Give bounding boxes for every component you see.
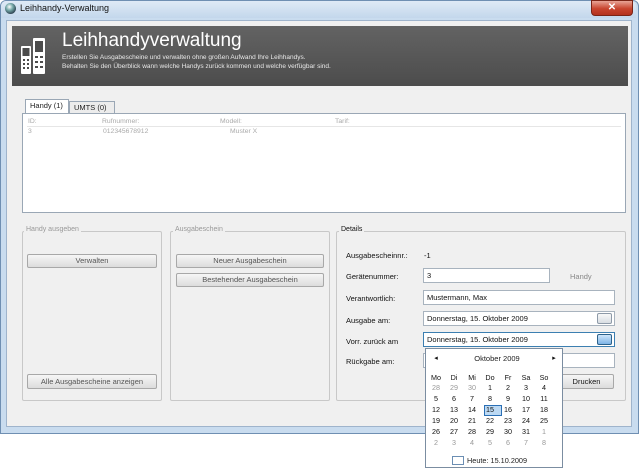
calendar-day[interactable]: 2 bbox=[428, 438, 444, 447]
calendar-day[interactable]: 13 bbox=[446, 405, 462, 414]
calendar-day[interactable]: 19 bbox=[428, 416, 444, 425]
calendar-day[interactable]: 3 bbox=[446, 438, 462, 447]
geraetenummer-field[interactable]: 3 bbox=[423, 268, 550, 283]
calendar-day[interactable]: 12 bbox=[428, 405, 444, 414]
calendar-dropdown-icon[interactable] bbox=[597, 313, 612, 324]
calendar-day[interactable]: 1 bbox=[482, 383, 498, 392]
weekday-label: Mo bbox=[431, 373, 441, 382]
neuer-ausgabeschein-button[interactable]: Neuer Ausgabeschein bbox=[176, 254, 324, 268]
calendar-day[interactable]: 16 bbox=[500, 405, 516, 414]
calendar-month-title[interactable]: Oktober 2009 bbox=[452, 354, 542, 363]
verantwortlich-label: Verantwortlich: bbox=[346, 294, 396, 303]
calendar-day[interactable]: 18 bbox=[536, 405, 552, 414]
calendar-day[interactable]: 3 bbox=[518, 383, 534, 392]
calendar-day[interactable]: 11 bbox=[536, 394, 552, 403]
previous-month-icon[interactable]: ◂ bbox=[428, 353, 444, 362]
calendar-day[interactable]: 30 bbox=[500, 427, 516, 436]
calendar-day[interactable]: 4 bbox=[464, 438, 480, 447]
close-button[interactable]: ✕ bbox=[591, 0, 633, 16]
weekday-label: Do bbox=[485, 373, 495, 382]
calendar-day[interactable]: 6 bbox=[446, 394, 462, 403]
zurueck-label: Vorr. zurück am bbox=[346, 337, 399, 346]
weekday-label: Di bbox=[450, 373, 458, 382]
calendar-day[interactable]: 8 bbox=[536, 438, 552, 447]
calendar-day[interactable]: 15 bbox=[482, 405, 498, 414]
phone-icon bbox=[21, 38, 45, 74]
calendar-day[interactable]: 27 bbox=[446, 427, 462, 436]
calendar-day[interactable]: 10 bbox=[518, 394, 534, 403]
calendar-day[interactable]: 2 bbox=[500, 383, 516, 392]
calendar-day[interactable]: 23 bbox=[500, 416, 516, 425]
calendar-day[interactable]: 21 bbox=[464, 416, 480, 425]
list-divider bbox=[27, 126, 621, 127]
table-cell-modell[interactable]: Muster X bbox=[230, 128, 257, 135]
geraetenummer-label: Gerätenummer: bbox=[346, 272, 399, 281]
tab-handy[interactable]: Handy (1) bbox=[25, 99, 69, 113]
today-box-icon bbox=[452, 456, 464, 465]
verantwortlich-field[interactable]: Mustermann, Max bbox=[423, 290, 615, 305]
calendar-day[interactable]: 1 bbox=[536, 427, 552, 436]
table-cell-rufnummer[interactable]: 012345678912 bbox=[103, 128, 148, 135]
header-description: Behalten Sie den Überblick wann welche H… bbox=[62, 63, 331, 70]
group-label-handy-ausgeben: Handy ausgeben bbox=[24, 226, 81, 233]
calendar-day[interactable]: 29 bbox=[482, 427, 498, 436]
alle-ausgabescheine-button[interactable]: Alle Ausgabescheine anzeigen bbox=[27, 374, 157, 389]
calendar-day[interactable]: 25 bbox=[536, 416, 552, 425]
calendar-day[interactable]: 5 bbox=[428, 394, 444, 403]
calendar-day[interactable]: 7 bbox=[518, 438, 534, 447]
calendar-day[interactable]: 28 bbox=[428, 383, 444, 392]
calendar-day[interactable]: 20 bbox=[446, 416, 462, 425]
today-link[interactable]: Heute: 15.10.2009 bbox=[467, 456, 527, 465]
tab-umts[interactable]: UMTS (0) bbox=[69, 101, 115, 113]
calendar-day[interactable]: 29 bbox=[446, 383, 462, 392]
geraetenummer-unit: Handy bbox=[570, 272, 592, 281]
bestehender-ausgabeschein-button[interactable]: Bestehender Ausgabeschein bbox=[176, 273, 324, 287]
group-label-ausgabeschein: Ausgabeschein bbox=[173, 226, 225, 233]
weekday-label: Fr bbox=[504, 373, 512, 382]
calendar-day[interactable]: 31 bbox=[518, 427, 534, 436]
rueckgabe-label: Rückgabe am: bbox=[346, 357, 395, 366]
weekday-label: So bbox=[539, 373, 549, 382]
weekday-label: Mi bbox=[468, 373, 476, 382]
ausgabescheinnr-value: -1 bbox=[424, 251, 431, 260]
calendar-day[interactable]: 22 bbox=[482, 416, 498, 425]
weekday-label: Sa bbox=[521, 373, 531, 382]
calendar-day[interactable]: 17 bbox=[518, 405, 534, 414]
calendar-day[interactable]: 4 bbox=[536, 383, 552, 392]
calendar-day[interactable]: 24 bbox=[518, 416, 534, 425]
column-header-id[interactable]: ID: bbox=[28, 118, 37, 125]
group-label-details: Details bbox=[339, 226, 365, 233]
page-title: Leihhandyverwaltung bbox=[62, 30, 242, 51]
calendar-day[interactable]: 14 bbox=[464, 405, 480, 414]
next-month-icon[interactable]: ▸ bbox=[546, 353, 562, 362]
calendar-day[interactable]: 6 bbox=[500, 438, 516, 447]
calendar-day[interactable]: 8 bbox=[482, 394, 498, 403]
drucken-button[interactable]: Drucken bbox=[559, 374, 614, 389]
calendar-day[interactable]: 26 bbox=[428, 427, 444, 436]
calendar-dropdown-icon[interactable] bbox=[597, 334, 612, 345]
ausgabe-label: Ausgabe am: bbox=[346, 316, 391, 325]
ausgabe-date-picker[interactable]: Donnerstag, 15. Oktober 2009 bbox=[423, 311, 615, 326]
calendar-day[interactable]: 30 bbox=[464, 383, 480, 392]
calendar-day[interactable]: 7 bbox=[464, 394, 480, 403]
verwalten-button[interactable]: Verwalten bbox=[27, 254, 157, 268]
column-header-rufnummer[interactable]: Rufnummer: bbox=[102, 118, 139, 125]
zurueck-date-picker[interactable]: Donnerstag, 15. Oktober 2009 bbox=[423, 332, 615, 347]
calendar-day[interactable]: 28 bbox=[464, 427, 480, 436]
header-description: Erstellen Sie Ausgabescheine und verwalt… bbox=[62, 54, 306, 61]
column-header-modell[interactable]: Modell: bbox=[220, 118, 242, 125]
calendar-day[interactable]: 9 bbox=[500, 394, 516, 403]
table-cell-id[interactable]: 3 bbox=[28, 128, 32, 135]
ausgabescheinnr-label: Ausgabescheinnr.: bbox=[346, 251, 408, 260]
column-header-tarif[interactable]: Tarif: bbox=[335, 118, 350, 125]
window-title: Leihhandy-Verwaltung bbox=[20, 3, 110, 13]
calendar-day[interactable]: 5 bbox=[482, 438, 498, 447]
app-icon bbox=[5, 3, 16, 14]
